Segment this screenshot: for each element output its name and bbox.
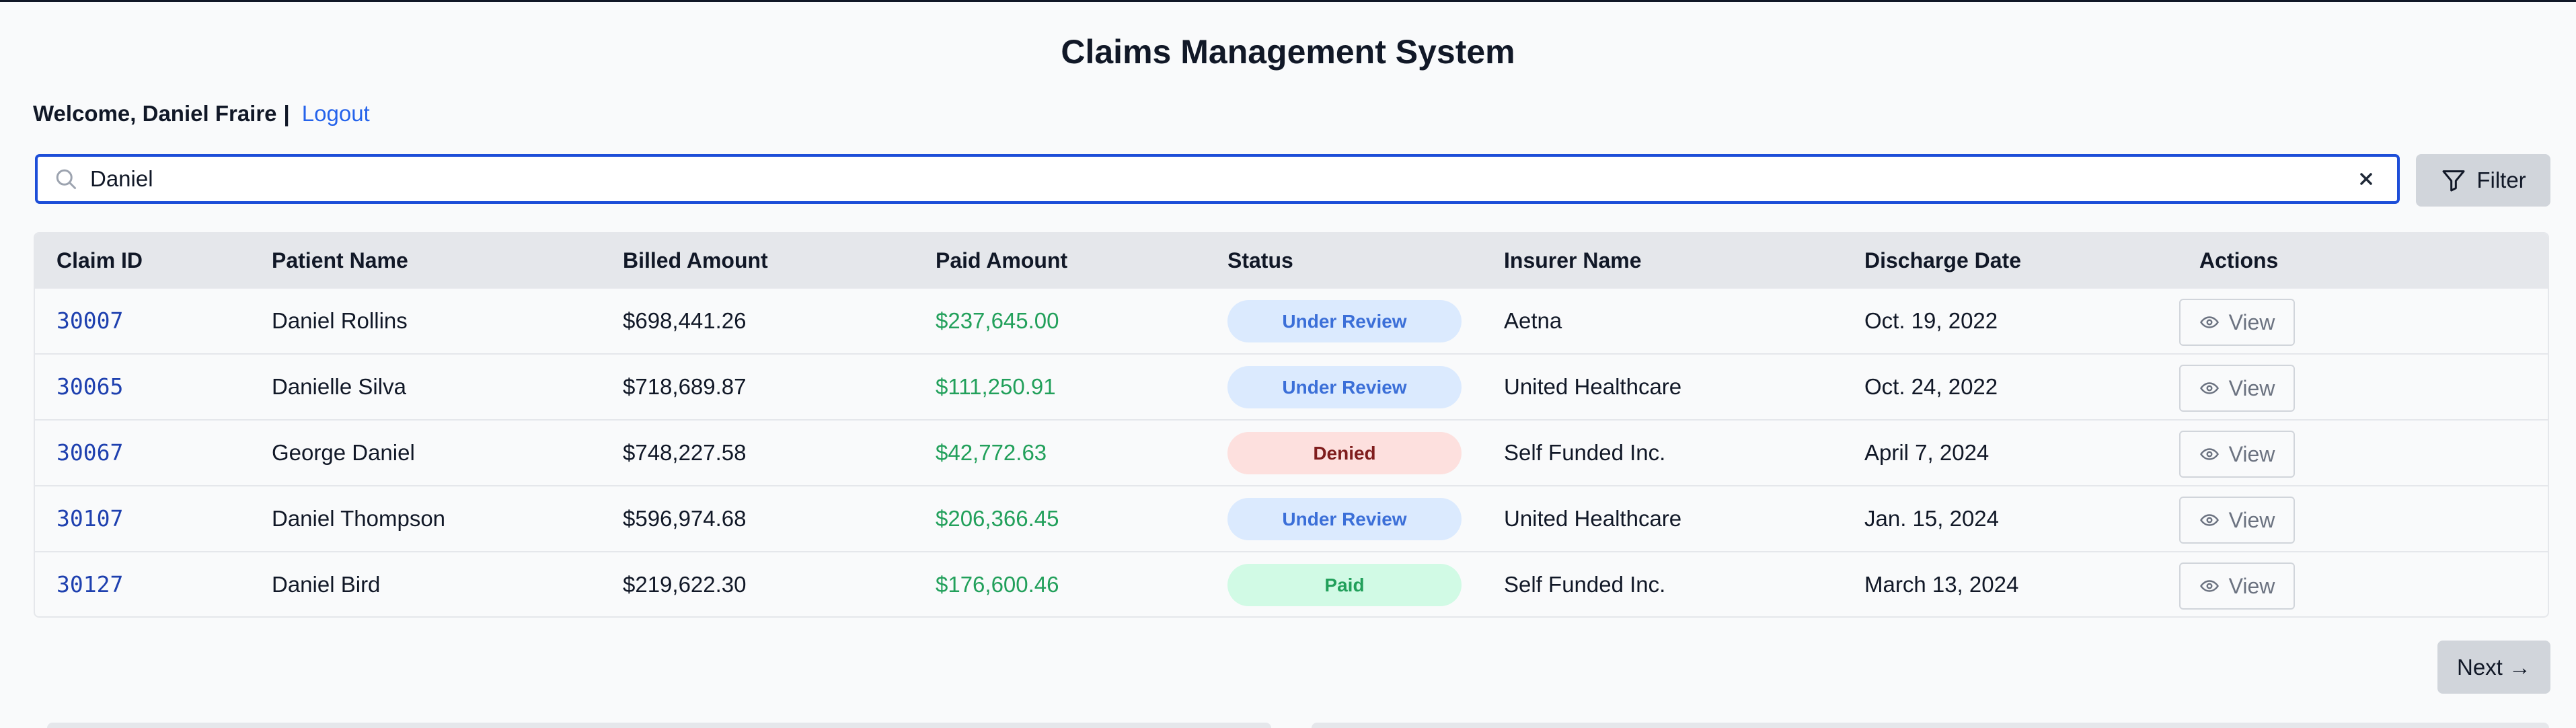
- view-button[interactable]: View: [2179, 299, 2295, 346]
- patient-name: Danielle Silva: [272, 374, 406, 399]
- table-row: 30067 George Daniel $748,227.58 $42,772.…: [35, 419, 2548, 485]
- welcome-separator: |: [283, 101, 290, 126]
- column-header-insurer-name: Insurer Name: [1504, 248, 1642, 272]
- billed-amount: $219,622.30: [623, 572, 747, 597]
- discharge-date: Jan. 15, 2024: [1864, 506, 1999, 531]
- discharge-date: Oct. 24, 2022: [1864, 374, 1998, 399]
- patient-name: Daniel Rollins: [272, 308, 408, 333]
- eye-icon: [2199, 514, 2219, 526]
- claim-id-link[interactable]: 30127: [56, 552, 123, 616]
- column-header-paid-amount: Paid Amount: [936, 248, 1068, 272]
- status-badge: Under Review: [1227, 300, 1462, 342]
- view-button[interactable]: View: [2179, 431, 2295, 478]
- claims-table: Claim ID Patient Name Billed Amount Paid…: [34, 232, 2549, 618]
- table-row: 30107 Daniel Thompson $596,974.68 $206,3…: [35, 485, 2548, 551]
- table-row: 30065 Danielle Silva $718,689.87 $111,25…: [35, 353, 2548, 419]
- column-header-claim-id: Claim ID: [56, 248, 143, 272]
- eye-icon: [2199, 382, 2219, 394]
- paid-amount: $206,366.45: [936, 506, 1059, 531]
- view-button-label: View: [2228, 441, 2275, 466]
- view-button[interactable]: View: [2179, 497, 2295, 544]
- search-icon: [51, 164, 81, 194]
- funnel-icon: [2442, 170, 2465, 192]
- eye-icon: [2199, 448, 2219, 460]
- claim-id-link[interactable]: 30065: [56, 355, 123, 419]
- billed-amount: $748,227.58: [623, 440, 747, 465]
- panel-edge: [1312, 723, 2549, 728]
- status-badge: Paid: [1227, 564, 1462, 606]
- insurer-name: Self Funded Inc.: [1504, 572, 1666, 597]
- patient-name: Daniel Thompson: [272, 506, 446, 531]
- insurer-name: Self Funded Inc.: [1504, 440, 1666, 465]
- welcome-text: Welcome, Daniel Fraire: [33, 101, 277, 126]
- insurer-name: Aetna: [1504, 308, 1562, 333]
- column-header-billed-amount: Billed Amount: [623, 248, 768, 272]
- eye-icon: [2199, 316, 2219, 328]
- search-input[interactable]: [89, 158, 2353, 200]
- view-button-label: View: [2228, 310, 2275, 334]
- column-header-actions: Actions: [2199, 248, 2279, 272]
- status-badge: Under Review: [1227, 498, 1462, 540]
- view-button-label: View: [2228, 573, 2275, 598]
- billed-amount: $698,441.26: [623, 308, 747, 333]
- discharge-date: Oct. 19, 2022: [1864, 308, 1998, 333]
- paid-amount: $42,772.63: [936, 440, 1047, 465]
- table-row: 30007 Daniel Rollins $698,441.26 $237,64…: [35, 287, 2548, 353]
- column-header-discharge-date: Discharge Date: [1864, 248, 2021, 272]
- column-header-status: Status: [1227, 248, 1293, 272]
- filter-button[interactable]: Filter: [2416, 154, 2550, 207]
- paid-amount: $111,250.91: [936, 374, 1056, 399]
- claim-id-link[interactable]: 30007: [56, 289, 123, 353]
- patient-name: Daniel Bird: [272, 572, 381, 597]
- status-badge: Under Review: [1227, 366, 1462, 408]
- logout-link[interactable]: Logout: [302, 101, 370, 126]
- paid-amount: $237,645.00: [936, 308, 1059, 333]
- column-header-patient-name: Patient Name: [272, 248, 408, 272]
- top-border: [0, 0, 2576, 2]
- page-title: Claims Management System: [1061, 33, 1515, 71]
- close-icon[interactable]: [2353, 166, 2380, 192]
- discharge-date: March 13, 2024: [1864, 572, 2019, 597]
- view-button-label: View: [2228, 507, 2275, 532]
- panel-edge: [47, 723, 1271, 728]
- billed-amount: $718,689.87: [623, 374, 747, 399]
- billed-amount: $596,974.68: [623, 506, 747, 531]
- view-button[interactable]: View: [2179, 562, 2295, 610]
- insurer-name: United Healthcare: [1504, 506, 1682, 531]
- claim-id-link[interactable]: 30107: [56, 486, 123, 551]
- welcome-bar: Welcome, Daniel Fraire | Logout: [33, 101, 370, 126]
- next-page-button[interactable]: Next →: [2437, 641, 2550, 694]
- filter-label: Filter: [2476, 168, 2526, 192]
- view-button[interactable]: View: [2179, 365, 2295, 412]
- table-header: Claim ID Patient Name Billed Amount Paid…: [35, 233, 2548, 287]
- claim-id-link[interactable]: 30067: [56, 421, 123, 485]
- eye-icon: [2199, 580, 2219, 592]
- patient-name: George Daniel: [272, 440, 415, 465]
- table-row: 30127 Daniel Bird $219,622.30 $176,600.4…: [35, 551, 2548, 616]
- insurer-name: United Healthcare: [1504, 374, 1682, 399]
- status-badge: Denied: [1227, 432, 1462, 474]
- paid-amount: $176,600.46: [936, 572, 1059, 597]
- discharge-date: April 7, 2024: [1864, 440, 1990, 465]
- search-bar: [35, 154, 2400, 204]
- view-button-label: View: [2228, 375, 2275, 400]
